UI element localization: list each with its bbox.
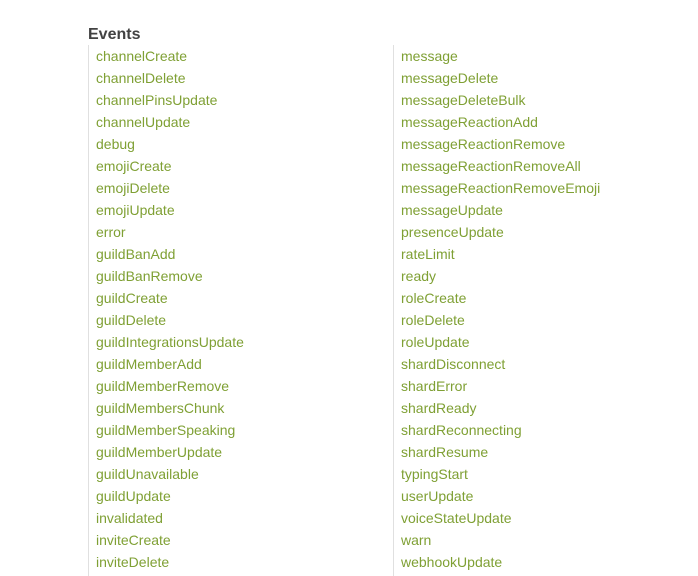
event-list-item: shardReconnecting bbox=[394, 419, 694, 441]
event-list-item: presenceUpdate bbox=[394, 221, 694, 243]
event-list-item: inviteDelete bbox=[89, 551, 389, 573]
event-link[interactable]: guildUpdate bbox=[96, 488, 171, 504]
event-list-item: ready bbox=[394, 265, 694, 287]
event-list-item: shardResume bbox=[394, 441, 694, 463]
event-link[interactable]: channelCreate bbox=[96, 48, 187, 64]
events-list-left: channelCreate channelDelete channelPinsUpd… bbox=[88, 45, 389, 576]
event-list-item: warn bbox=[394, 529, 694, 551]
event-link[interactable]: guildUnavailable bbox=[96, 466, 199, 482]
event-list-item: debug bbox=[89, 133, 389, 155]
event-list-item: guildBanAdd bbox=[89, 243, 389, 265]
event-list-item: guildBanRemove bbox=[89, 265, 389, 287]
event-list-item: roleUpdate bbox=[394, 331, 694, 353]
event-list-item: guildMemberSpeaking bbox=[89, 419, 389, 441]
event-list-item: guildMembersChunk bbox=[89, 397, 389, 419]
event-link[interactable]: inviteCreate bbox=[96, 532, 171, 548]
event-link[interactable]: messageUpdate bbox=[401, 202, 503, 218]
event-list-item: inviteCreate bbox=[89, 529, 389, 551]
event-list-item: shardReady bbox=[394, 397, 694, 419]
event-list-item: guildUpdate bbox=[89, 485, 389, 507]
event-link[interactable]: error bbox=[96, 224, 126, 240]
event-link[interactable]: inviteDelete bbox=[96, 554, 169, 570]
event-list-item: messageDelete bbox=[394, 67, 694, 89]
event-link[interactable]: message bbox=[401, 48, 458, 64]
event-link[interactable]: invalidated bbox=[96, 510, 163, 526]
event-list-item: shardError bbox=[394, 375, 694, 397]
event-link[interactable]: shardDisconnect bbox=[401, 356, 505, 372]
event-list-item: guildMemberUpdate bbox=[89, 441, 389, 463]
event-list-item: messageUpdate bbox=[394, 199, 694, 221]
event-link[interactable]: channelPinsUpdate bbox=[96, 92, 217, 108]
event-list-item: channelDelete bbox=[89, 67, 389, 89]
event-link[interactable]: shardResume bbox=[401, 444, 488, 460]
event-link[interactable]: shardReconnecting bbox=[401, 422, 522, 438]
event-list-item: error bbox=[89, 221, 389, 243]
event-list-item: channelUpdate bbox=[89, 111, 389, 133]
event-list-item: guildIntegrationsUpdate bbox=[89, 331, 389, 353]
event-link[interactable]: messageReactionRemoveEmoji bbox=[401, 180, 600, 196]
event-list-item: invalidated bbox=[89, 507, 389, 529]
event-list-item: roleCreate bbox=[394, 287, 694, 309]
event-link[interactable]: messageDelete bbox=[401, 70, 498, 86]
event-list-item: typingStart bbox=[394, 463, 694, 485]
event-link[interactable]: messageReactionRemoveAll bbox=[401, 158, 581, 174]
events-list-right: message messageDelete messageDeleteBulk mes… bbox=[393, 45, 694, 576]
event-link[interactable]: presenceUpdate bbox=[401, 224, 504, 240]
event-link[interactable]: webhookUpdate bbox=[401, 554, 502, 570]
event-link[interactable]: debug bbox=[96, 136, 135, 152]
event-list-item: messageDeleteBulk bbox=[394, 89, 694, 111]
event-list-item: guildMemberRemove bbox=[89, 375, 389, 397]
event-link[interactable]: shardReady bbox=[401, 400, 477, 416]
event-list-item: guildUnavailable bbox=[89, 463, 389, 485]
event-list-item: message bbox=[394, 45, 694, 67]
event-link[interactable]: ready bbox=[401, 268, 436, 284]
event-link[interactable]: channelUpdate bbox=[96, 114, 190, 130]
event-link[interactable]: roleDelete bbox=[401, 312, 465, 328]
event-list-item: emojiCreate bbox=[89, 155, 389, 177]
event-list-item: webhookUpdate bbox=[394, 551, 694, 573]
event-list-item: messageReactionRemoveEmoji bbox=[394, 177, 694, 199]
event-list-item: guildCreate bbox=[89, 287, 389, 309]
event-list-item: emojiDelete bbox=[89, 177, 389, 199]
event-link[interactable]: messageReactionAdd bbox=[401, 114, 538, 130]
event-link[interactable]: shardError bbox=[401, 378, 467, 394]
event-link[interactable]: guildBanRemove bbox=[96, 268, 203, 284]
event-list-item: roleDelete bbox=[394, 309, 694, 331]
event-list-item: channelCreate bbox=[89, 45, 389, 67]
section-title-events: Events bbox=[88, 26, 141, 43]
event-list-item: channelPinsUpdate bbox=[89, 89, 389, 111]
event-list-item: rateLimit bbox=[394, 243, 694, 265]
event-link[interactable]: channelDelete bbox=[96, 70, 186, 86]
event-link[interactable]: guildMemberRemove bbox=[96, 378, 229, 394]
event-link[interactable]: voiceStateUpdate bbox=[401, 510, 512, 526]
event-link[interactable]: emojiCreate bbox=[96, 158, 171, 174]
event-list-item: messageReactionRemoveAll bbox=[394, 155, 694, 177]
event-list-item: guildMemberAdd bbox=[89, 353, 389, 375]
event-link[interactable]: emojiUpdate bbox=[96, 202, 175, 218]
event-link[interactable]: guildMemberAdd bbox=[96, 356, 202, 372]
event-link[interactable]: messageReactionRemove bbox=[401, 136, 565, 152]
event-list-item: voiceStateUpdate bbox=[394, 507, 694, 529]
event-list-item: messageReactionAdd bbox=[394, 111, 694, 133]
event-link[interactable]: guildCreate bbox=[96, 290, 168, 306]
event-list-item: guildDelete bbox=[89, 309, 389, 331]
event-link[interactable]: rateLimit bbox=[401, 246, 455, 262]
event-list-item: messageReactionRemove bbox=[394, 133, 694, 155]
event-link[interactable]: guildIntegrationsUpdate bbox=[96, 334, 244, 350]
event-link[interactable]: roleCreate bbox=[401, 290, 466, 306]
event-link[interactable]: guildMemberSpeaking bbox=[96, 422, 235, 438]
event-list-item: shardDisconnect bbox=[394, 353, 694, 375]
event-link[interactable]: guildMemberUpdate bbox=[96, 444, 222, 460]
event-link[interactable]: messageDeleteBulk bbox=[401, 92, 526, 108]
event-link[interactable]: guildDelete bbox=[96, 312, 166, 328]
event-link[interactable]: emojiDelete bbox=[96, 180, 170, 196]
event-list-item: emojiUpdate bbox=[89, 199, 389, 221]
event-link[interactable]: guildBanAdd bbox=[96, 246, 175, 262]
event-link[interactable]: warn bbox=[401, 532, 431, 548]
event-link[interactable]: guildMembersChunk bbox=[96, 400, 224, 416]
event-link[interactable]: roleUpdate bbox=[401, 334, 470, 350]
event-list-item: userUpdate bbox=[394, 485, 694, 507]
event-link[interactable]: userUpdate bbox=[401, 488, 473, 504]
event-link[interactable]: typingStart bbox=[401, 466, 468, 482]
